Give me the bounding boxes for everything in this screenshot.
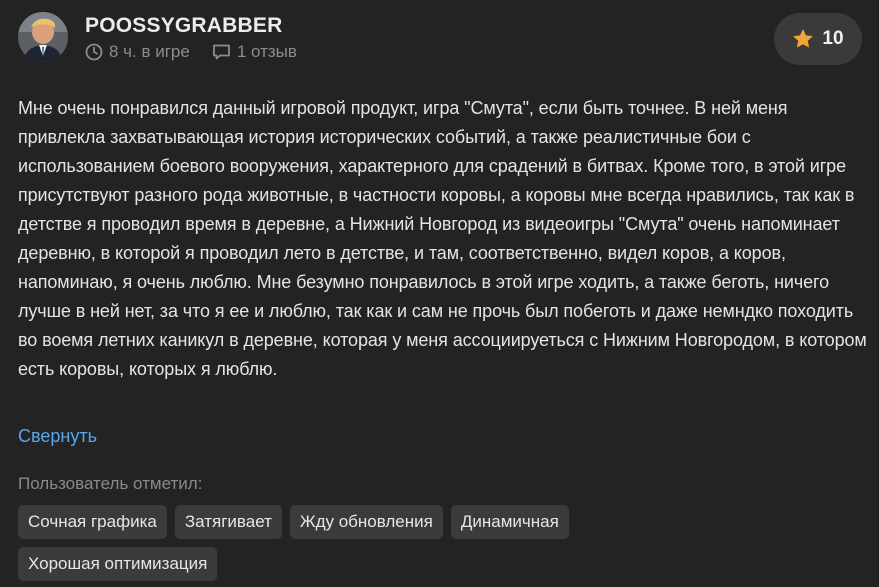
user-avatar[interactable] — [18, 12, 68, 62]
review-text: Мне очень понравился данный игровой прод… — [18, 98, 867, 379]
user-meta: 8 ч. в игре 1 отзыв — [85, 42, 319, 62]
tag-addictive: Затягивает — [174, 505, 282, 539]
rating-value: 10 — [822, 28, 844, 49]
collapse-link[interactable]: Свернуть — [18, 426, 97, 447]
rating-badge[interactable]: 10 — [774, 13, 862, 65]
clock-icon — [85, 43, 103, 60]
review-header: POOSSYGRABBER 8 ч. в игре 1 отзыв — [18, 12, 319, 62]
playtime-text: 8 ч. в игре — [109, 41, 190, 61]
playtime: 8 ч. в игре — [85, 42, 190, 62]
comment-icon — [212, 44, 230, 59]
star-icon — [793, 29, 813, 48]
avatar-image — [18, 12, 68, 62]
tag-awaiting-updates: Жду обновления — [289, 505, 443, 539]
tag-juicy-graphics: Сочная графика — [18, 505, 167, 539]
username[interactable]: POOSSYGRABBER — [85, 13, 319, 39]
review-card: POOSSYGRABBER 8 ч. в игре 1 отзыв 10 Мне… — [0, 0, 879, 587]
tags-label: Пользователь отметил: — [18, 474, 203, 493]
reviews-count-text: 1 отзыв — [236, 41, 297, 61]
tag-dynamic: Динамичная — [450, 505, 569, 539]
tag-good-optimization: Хорошая оптимизация — [18, 547, 218, 581]
tags-list: Сочная графика Затягивает Жду обновления… — [18, 505, 678, 587]
reviews-count: 1 отзыв — [212, 42, 297, 62]
user-info: POOSSYGRABBER 8 ч. в игре 1 отзыв — [85, 13, 319, 62]
